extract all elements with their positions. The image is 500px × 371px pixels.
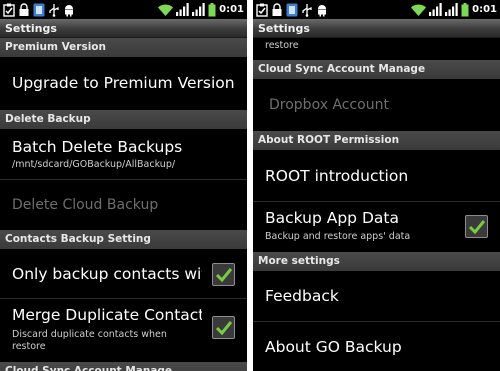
usb-icon: [301, 3, 313, 17]
battery-icon: [208, 2, 216, 17]
left-screen: 0:01 Settings Premium Version Upgrade to…: [0, 0, 247, 371]
pref-dropbox-account: Dropbox Account: [253, 79, 500, 131]
section-header-contacts: Contacts Backup Setting: [0, 230, 247, 249]
pref-root-introduction-title: ROOT introduction: [265, 167, 409, 185]
lock-icon: [271, 2, 283, 17]
section-header-root: About ROOT Permission: [253, 131, 500, 150]
app-icon: [286, 3, 298, 17]
right-screen: 0:01 Settings restore Cloud Sync Account…: [253, 0, 500, 371]
section-header-more-settings: More settings: [253, 252, 500, 271]
section-header-premium: Premium Version: [0, 38, 247, 57]
check-icon: [215, 321, 233, 336]
status-time: 0:01: [219, 4, 244, 15]
clipboard-check-icon: [3, 3, 15, 17]
pref-feedback-title: Feedback: [265, 287, 339, 305]
lock-icon: [18, 2, 30, 17]
status-bar: 0:01: [0, 0, 247, 19]
android-icon: [63, 3, 75, 17]
merge-duplicate-contacts-checkbox[interactable]: [212, 316, 235, 339]
pref-backup-app-data[interactable]: Backup App Data Backup and restore apps'…: [253, 202, 500, 252]
page-title: Settings: [5, 22, 57, 35]
pref-only-backup-contacts[interactable]: Only backup contacts wit: [0, 249, 247, 298]
app-icon: [33, 3, 45, 17]
settings-list[interactable]: restore Cloud Sync Account Manage Dropbo…: [253, 38, 500, 371]
signal-icon: [176, 3, 189, 16]
pref-dropbox-account-title: Dropbox Account: [269, 97, 389, 113]
section-header-cloud-sync: Cloud Sync Account Manage: [253, 60, 500, 79]
pref-feedback[interactable]: Feedback: [253, 271, 500, 321]
pref-partial-summary: restore: [265, 40, 299, 51]
battery-icon: [461, 2, 469, 17]
page-title: Settings: [258, 22, 310, 35]
pref-backup-app-data-summary: Backup and restore apps' data: [265, 231, 411, 242]
signal-icon: [192, 3, 205, 16]
title-bar: Settings: [0, 19, 247, 38]
usb-icon: [48, 3, 60, 17]
wifi-icon: [158, 4, 174, 16]
pref-merge-duplicate-contacts[interactable]: Merge Duplicate Contact Discard duplicat…: [0, 299, 247, 361]
pref-merge-duplicate-contacts-summary: Discard duplicate contacts when restore: [12, 329, 167, 352]
pref-batch-delete-summary: /mnt/sdcard/GOBackup/AllBackup/: [12, 159, 176, 170]
status-bar: 0:01: [253, 0, 500, 19]
pref-partial-item[interactable]: restore: [253, 38, 500, 60]
pref-backup-app-data-title: Backup App Data: [265, 209, 399, 227]
pref-delete-cloud-backup-title: Delete Cloud Backup: [12, 197, 159, 213]
clipboard-check-icon: [256, 3, 268, 17]
pref-upgrade-premium-title: Upgrade to Premium Version: [12, 74, 235, 92]
pref-root-introduction[interactable]: ROOT introduction: [253, 150, 500, 201]
wifi-icon: [411, 4, 427, 16]
android-icon: [316, 3, 328, 17]
pref-about-go-backup-title: About GO Backup: [265, 338, 402, 356]
signal-icon: [445, 3, 458, 16]
backup-app-data-checkbox[interactable]: [465, 215, 488, 238]
pref-batch-delete[interactable]: Batch Delete Backups /mnt/sdcard/GOBacku…: [0, 129, 247, 179]
pref-merge-duplicate-contacts-title: Merge Duplicate Contact: [12, 306, 202, 324]
check-icon: [215, 268, 233, 283]
signal-icon: [429, 3, 442, 16]
check-icon: [468, 220, 486, 235]
pref-upgrade-premium[interactable]: Upgrade to Premium Version: [0, 57, 247, 110]
pref-only-backup-contacts-title: Only backup contacts wit: [12, 265, 202, 283]
section-header-cloud-sync: Cloud Sync Account Manage: [0, 362, 247, 371]
section-header-delete-backup: Delete Backup: [0, 110, 247, 129]
status-time: 0:01: [472, 4, 497, 15]
only-backup-contacts-checkbox[interactable]: [212, 263, 235, 286]
pref-batch-delete-title: Batch Delete Backups: [12, 138, 183, 156]
title-bar: Settings: [253, 19, 500, 38]
pref-delete-cloud-backup: Delete Cloud Backup: [0, 180, 247, 230]
pref-about-go-backup[interactable]: About GO Backup: [253, 322, 500, 371]
settings-list[interactable]: Premium Version Upgrade to Premium Versi…: [0, 38, 247, 371]
